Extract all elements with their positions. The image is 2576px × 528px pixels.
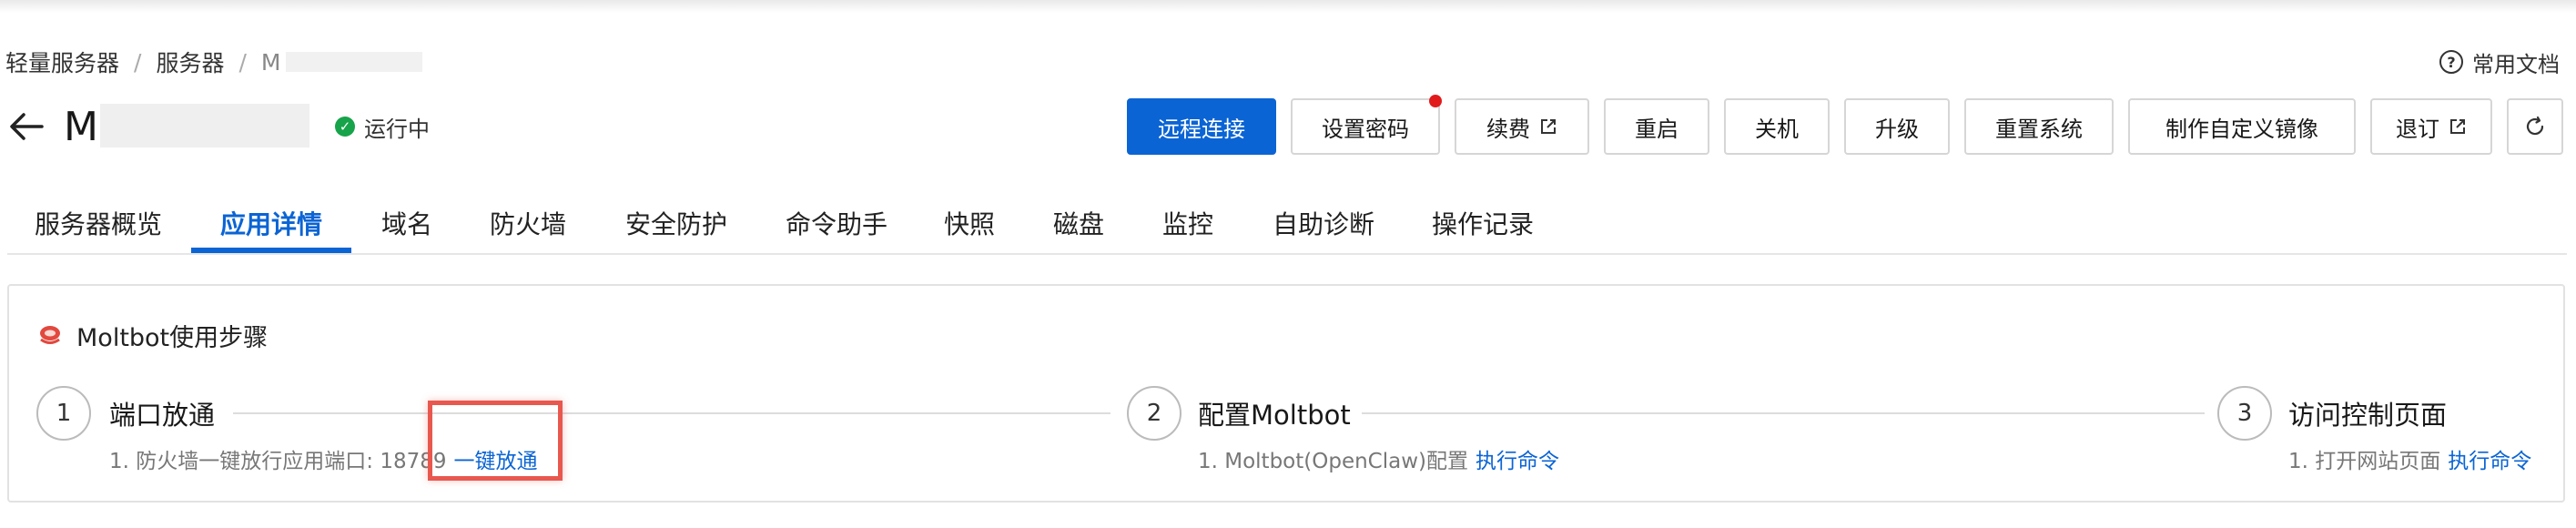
breadcrumb-item-current: M bbox=[260, 48, 281, 76]
step-title: 访问控制页面 bbox=[2288, 400, 2448, 431]
tab-snapshot[interactable]: 快照 bbox=[941, 193, 998, 253]
remote-connect-button[interactable]: 远程连接 bbox=[1127, 98, 1276, 155]
set-password-button[interactable]: 设置密码 bbox=[1291, 95, 1442, 155]
redacted-block bbox=[100, 104, 309, 147]
breadcrumb-item-lighthouse[interactable]: 轻量服务器 bbox=[5, 46, 119, 78]
step-desc-text: 1. 打开网站页面 bbox=[2288, 450, 2441, 473]
back-arrow-icon[interactable] bbox=[7, 107, 46, 146]
step-description: 1. 打开网站页面 执行命令 bbox=[2288, 442, 2531, 475]
breadcrumb: 轻量服务器 / 服务器 / M bbox=[5, 46, 423, 78]
page-title: M bbox=[64, 103, 98, 150]
refresh-icon bbox=[2526, 116, 2544, 136]
step-title: 配置Moltbot bbox=[1198, 400, 1351, 431]
step-connector bbox=[233, 412, 1111, 414]
create-image-button[interactable]: 制作自定义镜像 bbox=[2128, 98, 2356, 155]
reinstall-system-label: 重置系统 bbox=[1995, 116, 2083, 142]
help-docs-label: 常用文档 bbox=[2472, 51, 2560, 77]
refresh-button[interactable] bbox=[2507, 98, 2563, 155]
step-title: 端口放通 bbox=[109, 400, 216, 431]
step-number: 3 bbox=[2217, 386, 2272, 441]
tab-divider bbox=[7, 253, 2567, 255]
tab-domain[interactable]: 域名 bbox=[375, 193, 439, 253]
step-desc-text: 1. 防火墙一键放行应用端口: 18789 bbox=[109, 450, 447, 473]
create-image-label: 制作自定义镜像 bbox=[2165, 116, 2318, 142]
unsubscribe-button[interactable]: 退订 bbox=[2370, 98, 2492, 155]
tab-self-diagnosis[interactable]: 自助诊断 bbox=[1271, 193, 1376, 253]
status-badge: ✓ 运行中 bbox=[335, 109, 430, 144]
tab-security[interactable]: 安全防护 bbox=[623, 193, 730, 253]
upgrade-button[interactable]: 升级 bbox=[1844, 98, 1950, 155]
upgrade-label: 升级 bbox=[1875, 116, 1919, 142]
step-desc-text: 1. Moltbot(OpenClaw)配置 bbox=[1198, 450, 1469, 473]
card-header: Moltbot使用步骤 bbox=[36, 319, 269, 352]
notification-dot bbox=[1429, 95, 1442, 107]
step-number: 1 bbox=[36, 386, 91, 441]
step-number: 2 bbox=[1127, 386, 1182, 441]
breadcrumb-separator: / bbox=[238, 48, 247, 76]
check-circle-icon: ✓ bbox=[335, 117, 355, 137]
tab-server-overview[interactable]: 服务器概览 bbox=[31, 193, 166, 253]
renew-button[interactable]: 续费 bbox=[1455, 98, 1589, 155]
top-shadow bbox=[0, 0, 2576, 13]
tab-monitoring[interactable]: 监控 bbox=[1160, 193, 1216, 253]
step-connector bbox=[1362, 412, 2205, 414]
unsubscribe-label: 退订 bbox=[2396, 116, 2439, 142]
status-label: 运行中 bbox=[364, 116, 430, 142]
question-icon: ? bbox=[2439, 50, 2463, 74]
remote-connect-label: 远程连接 bbox=[1158, 116, 1245, 142]
shutdown-button[interactable]: 关机 bbox=[1724, 98, 1830, 155]
reinstall-system-button[interactable]: 重置系统 bbox=[1964, 98, 2114, 155]
run-command-link[interactable]: 执行命令 bbox=[2448, 443, 2531, 474]
external-link-icon bbox=[2450, 119, 2465, 134]
card-title: Moltbot使用步骤 bbox=[76, 323, 269, 352]
highlight-box bbox=[428, 401, 563, 481]
tab-disk[interactable]: 磁盘 bbox=[1050, 193, 1107, 253]
tab-app-details[interactable]: 应用详情 bbox=[191, 193, 351, 253]
help-docs-link[interactable]: ? 常用文档 bbox=[2439, 46, 2560, 78]
tab-operation-log[interactable]: 操作记录 bbox=[1429, 193, 1536, 253]
set-password-label: 设置密码 bbox=[1322, 116, 1409, 142]
tab-command-assistant[interactable]: 命令助手 bbox=[783, 193, 890, 253]
breadcrumb-item-servers[interactable]: 服务器 bbox=[156, 46, 224, 78]
step-description: 1. Moltbot(OpenClaw)配置 执行命令 bbox=[1198, 442, 1559, 475]
renew-label: 续费 bbox=[1486, 116, 1530, 142]
redacted-block bbox=[286, 52, 423, 72]
tab-firewall[interactable]: 防火墙 bbox=[486, 193, 570, 253]
moltbot-logo-icon bbox=[40, 326, 60, 344]
shutdown-label: 关机 bbox=[1755, 116, 1799, 142]
breadcrumb-separator: / bbox=[134, 48, 142, 76]
run-command-link[interactable]: 执行命令 bbox=[1476, 443, 1559, 474]
restart-button[interactable]: 重启 bbox=[1604, 98, 1709, 155]
external-link-icon bbox=[1541, 119, 1556, 134]
restart-label: 重启 bbox=[1635, 116, 1678, 142]
